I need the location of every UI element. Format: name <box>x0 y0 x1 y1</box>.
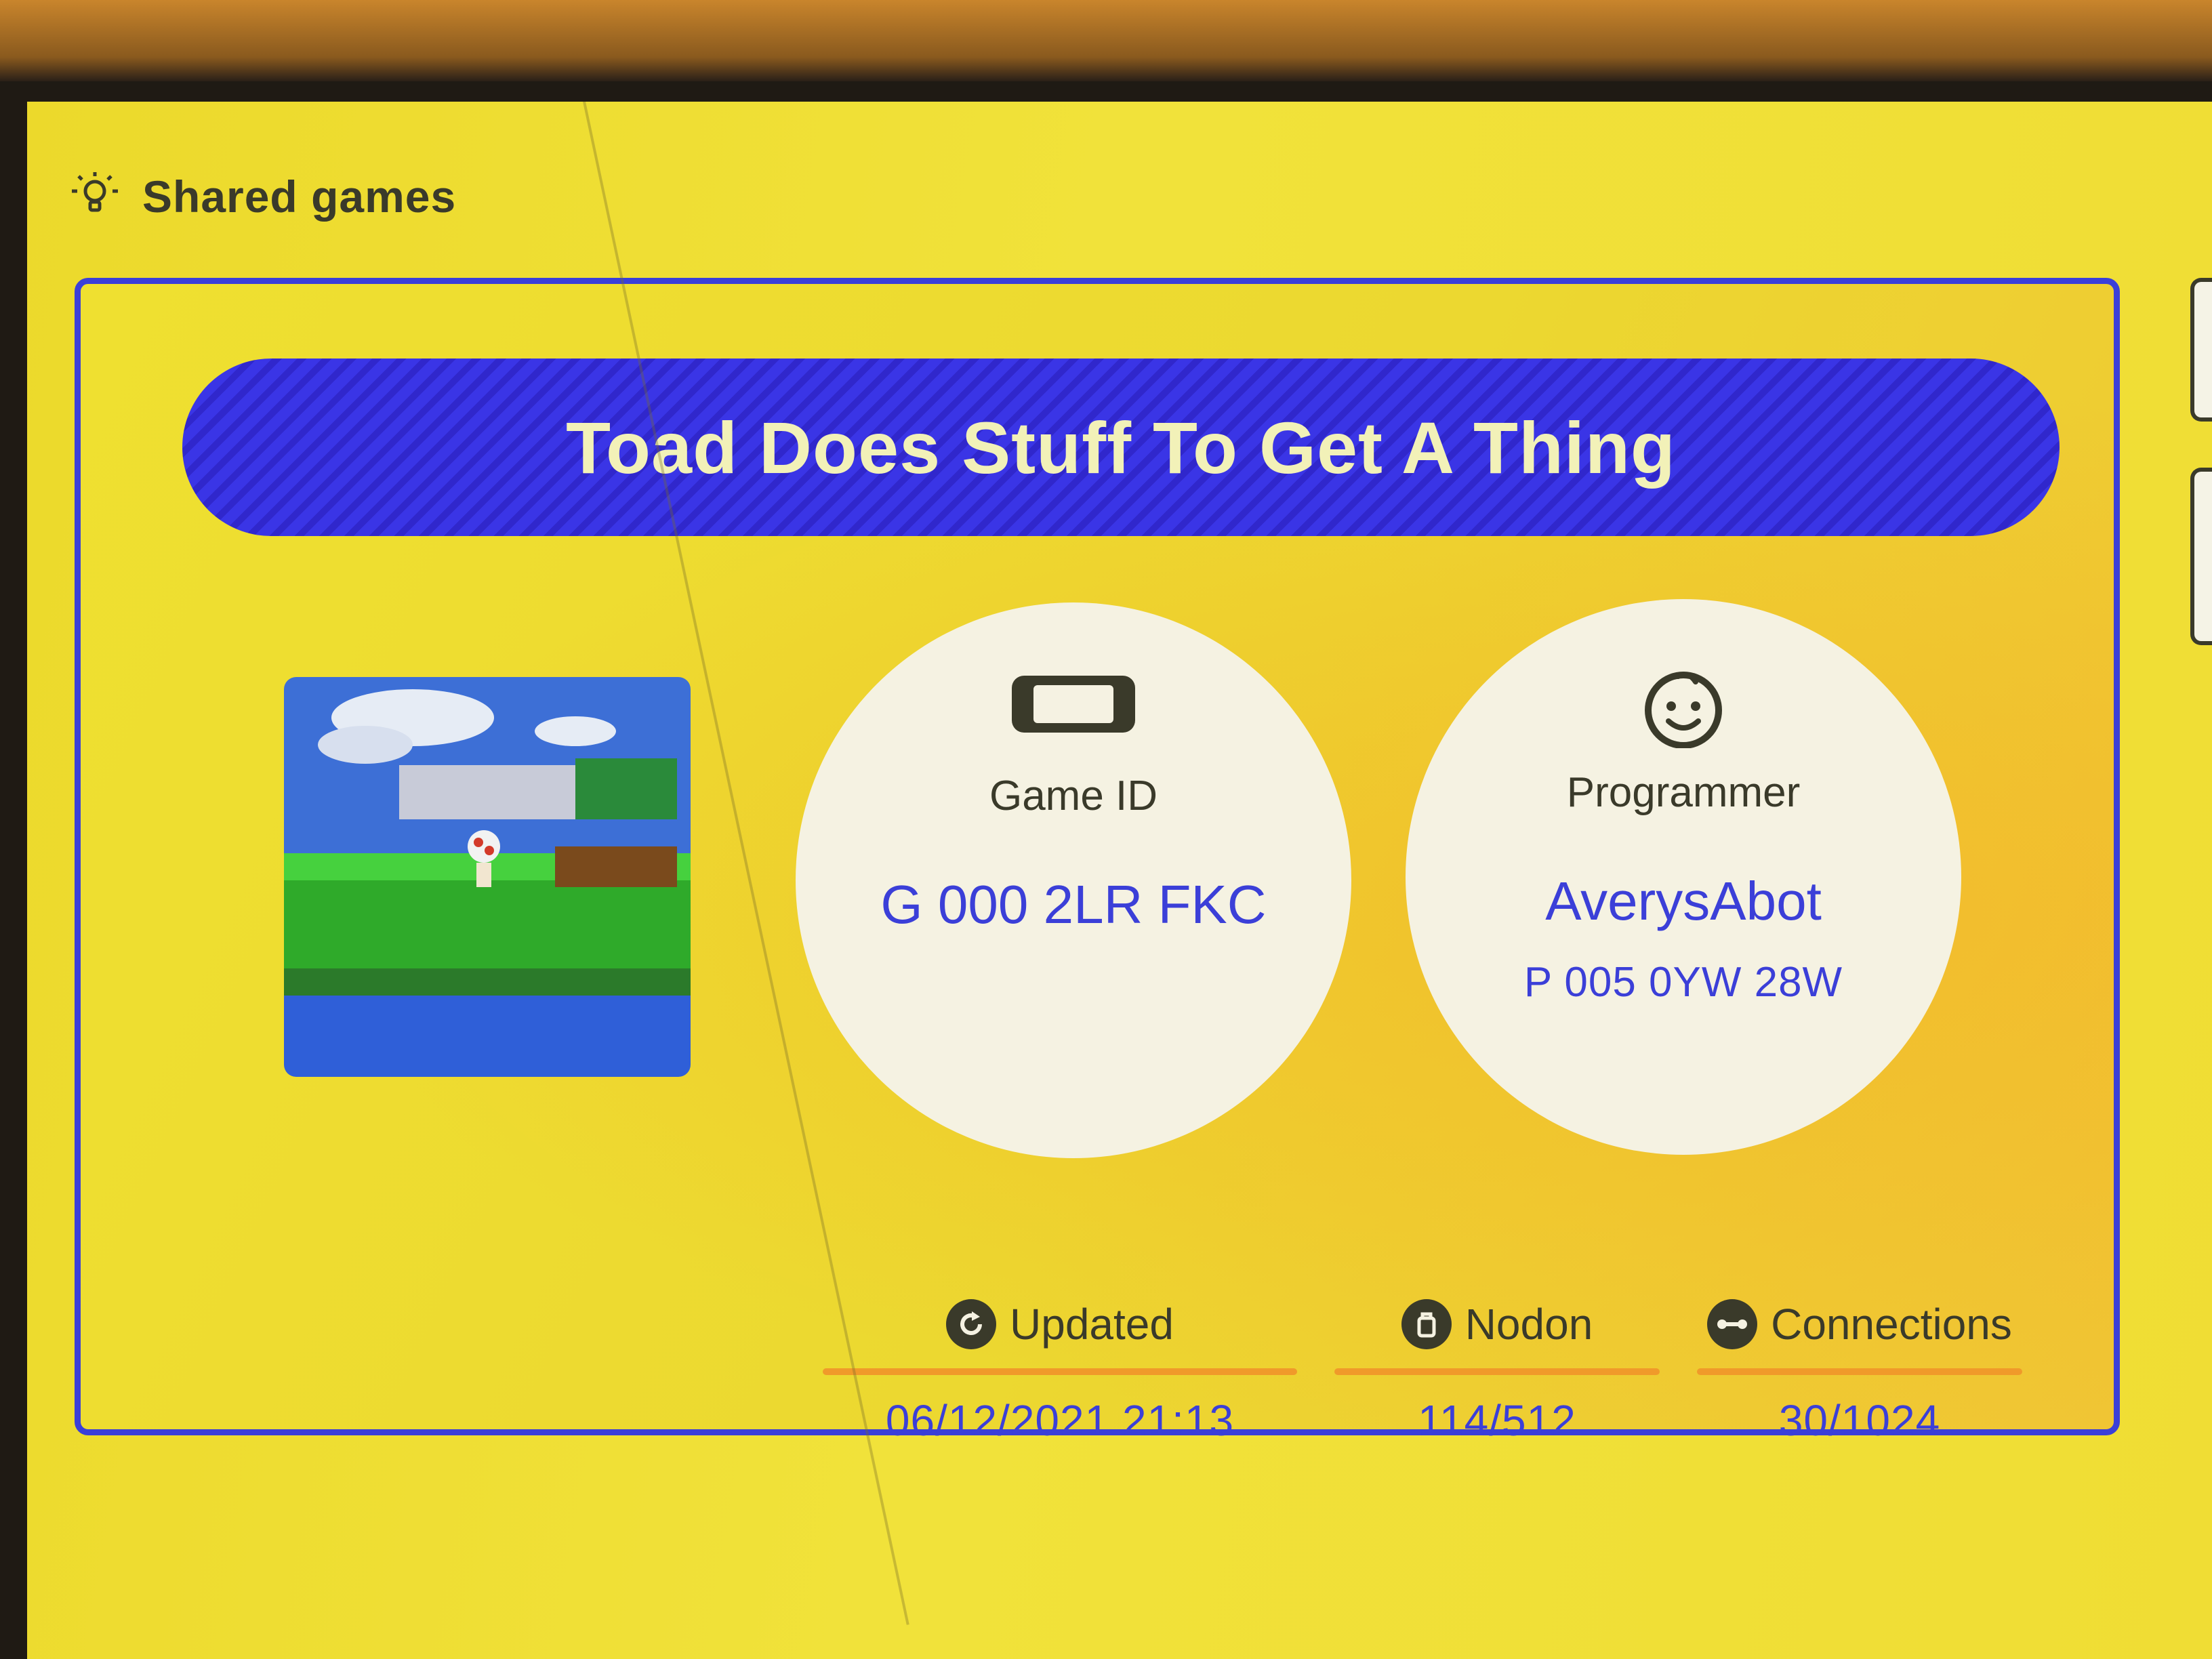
updated-label: Updated <box>1010 1300 1174 1349</box>
divider <box>1334 1368 1660 1375</box>
game-title-banner: Toad Does Stuff To Get A Thing <box>182 359 2060 536</box>
divider <box>823 1368 1297 1375</box>
nodon-icon <box>1401 1299 1452 1349</box>
connection-icon <box>1707 1299 1758 1349</box>
programmer-id: P 005 0YW 28W <box>1523 959 1843 1006</box>
game-card[interactable]: Toad Does Stuff To Get A Thing Game ID G… <box>75 278 2120 1445</box>
stat-nodon: Nodon 114/512 <box>1334 1294 1660 1446</box>
game-thumbnail <box>284 677 691 1077</box>
device-bezel <box>0 0 2212 81</box>
side-tab-2[interactable] <box>2190 468 2212 645</box>
game-id-value: G 000 2LR FKC <box>880 874 1267 935</box>
updated-value: 06/12/2021 21:13 <box>885 1396 1235 1445</box>
stat-updated: Updated 06/12/2021 21:13 <box>823 1294 1297 1446</box>
page-header: Shared games <box>68 163 456 230</box>
game-title: Toad Does Stuff To Get A Thing <box>566 406 1676 489</box>
refresh-icon <box>946 1299 997 1349</box>
lightbulb-icon <box>72 172 118 212</box>
divider <box>1697 1368 2022 1375</box>
nodon-label: Nodon <box>1465 1300 1593 1349</box>
smiley-face-icon <box>1645 672 1722 748</box>
page-title: Shared games <box>142 171 457 222</box>
stat-connections: Connections 30/1024 <box>1697 1294 2022 1446</box>
programmer-label: Programmer <box>1566 769 1801 816</box>
programmer-name: AverysAbot <box>1545 871 1822 931</box>
connections-value: 30/1024 <box>1778 1396 1941 1445</box>
screen: Shared games Toad Does Stuff To Get A Th… <box>27 102 2212 1659</box>
programmer-panel: Programmer AverysAbot P 005 0YW 28W <box>1406 599 1961 1155</box>
side-tab-1[interactable] <box>2190 278 2212 422</box>
nodon-value: 114/512 <box>1418 1396 1576 1445</box>
connections-label: Connections <box>1771 1300 2012 1349</box>
game-id-panel: Game ID G 000 2LR FKC <box>796 602 1351 1158</box>
switch-console-icon <box>1012 676 1135 733</box>
game-id-label: Game ID <box>989 773 1158 819</box>
